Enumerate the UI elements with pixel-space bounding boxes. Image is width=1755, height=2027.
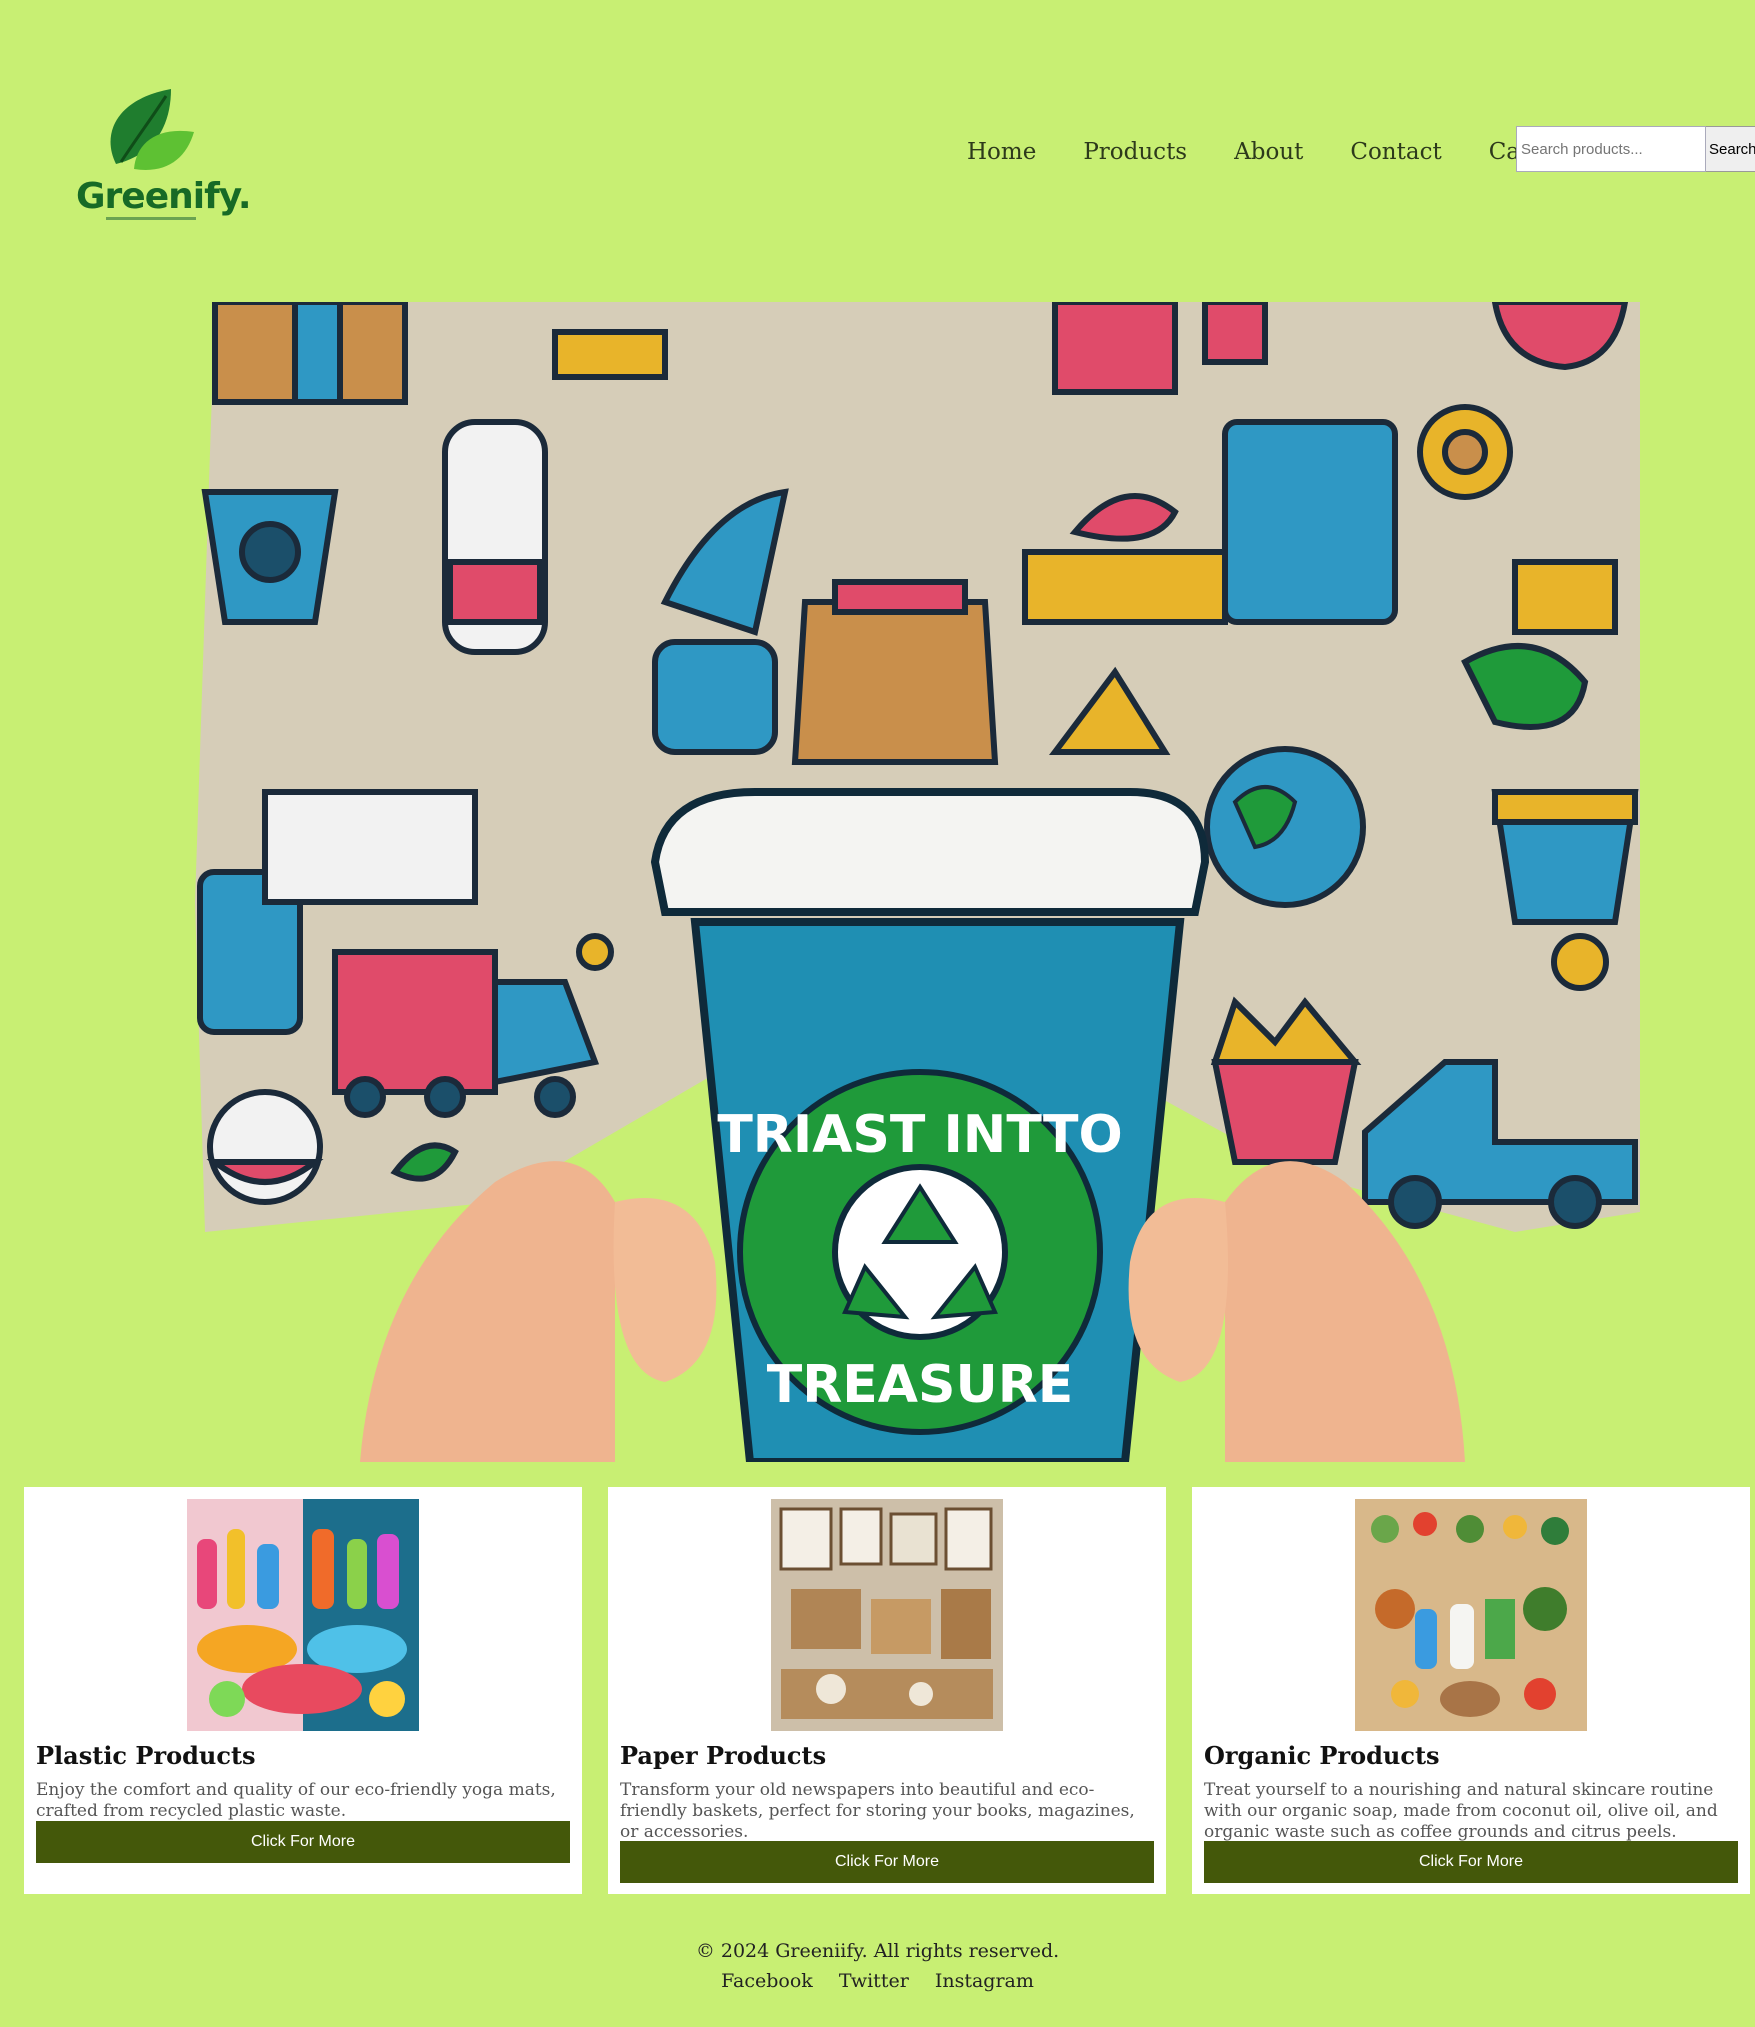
card-plastic: Plastic Products Enjoy the comfort and q… bbox=[24, 1487, 582, 1894]
card-description: Transform your old newspapers into beaut… bbox=[620, 1780, 1135, 1842]
organic-products-image bbox=[1355, 1499, 1587, 1731]
search-button[interactable]: Search bbox=[1706, 126, 1755, 172]
brand-logo[interactable]: Greenify. bbox=[76, 84, 252, 224]
hero-image: TRIAST INTTO TREASURE bbox=[195, 302, 1640, 1462]
card-description: Enjoy the comfort and quality of our eco… bbox=[36, 1780, 556, 1821]
paper-click-for-more-button[interactable]: Click For More bbox=[620, 1841, 1154, 1883]
search-bar: Search bbox=[1516, 126, 1755, 172]
search-input[interactable] bbox=[1516, 126, 1706, 172]
plastic-products-image bbox=[187, 1499, 419, 1731]
nav-products[interactable]: Products bbox=[1083, 139, 1187, 165]
card-title: Paper Products bbox=[620, 1741, 827, 1770]
footer-links: Facebook Twitter Instagram bbox=[0, 1970, 1755, 1992]
card-description: Treat yourself to a nourishing and natur… bbox=[1204, 1780, 1718, 1842]
nav-home[interactable]: Home bbox=[967, 139, 1036, 165]
brand-tagline-line bbox=[106, 217, 196, 220]
footer-copyright: © 2024 Greeniify. All rights reserved. bbox=[695, 1940, 1060, 1962]
card-title: Organic Products bbox=[1204, 1741, 1440, 1770]
card-title: Plastic Products bbox=[36, 1741, 256, 1770]
cup-badge-bottom: TREASURE bbox=[767, 1355, 1074, 1415]
footer-link-instagram[interactable]: Instagram bbox=[935, 1970, 1034, 1992]
cup-badge-top: TRIAST INTTO bbox=[717, 1105, 1122, 1165]
paper-products-image bbox=[771, 1499, 1003, 1731]
leaf-icon bbox=[110, 89, 194, 170]
recycling-illustration: TRIAST INTTO TREASURE bbox=[195, 302, 1640, 1462]
organic-click-for-more-button[interactable]: Click For More bbox=[1204, 1841, 1738, 1883]
nav-contact[interactable]: Contact bbox=[1350, 139, 1441, 165]
nav-about[interactable]: About bbox=[1234, 139, 1303, 165]
product-cards: Plastic Products Enjoy the comfort and q… bbox=[24, 1487, 1750, 1894]
card-paper: Paper Products Transform your old newspa… bbox=[608, 1487, 1166, 1894]
brand-name: Greenify. bbox=[76, 176, 252, 217]
footer-link-facebook[interactable]: Facebook bbox=[721, 1970, 813, 1992]
footer-link-twitter[interactable]: Twitter bbox=[839, 1970, 909, 1992]
card-organic: Organic Products Treat yourself to a nou… bbox=[1192, 1487, 1750, 1894]
main-nav: Home Products About Contact Cart bbox=[967, 134, 1540, 170]
plastic-click-for-more-button[interactable]: Click For More bbox=[36, 1821, 570, 1863]
